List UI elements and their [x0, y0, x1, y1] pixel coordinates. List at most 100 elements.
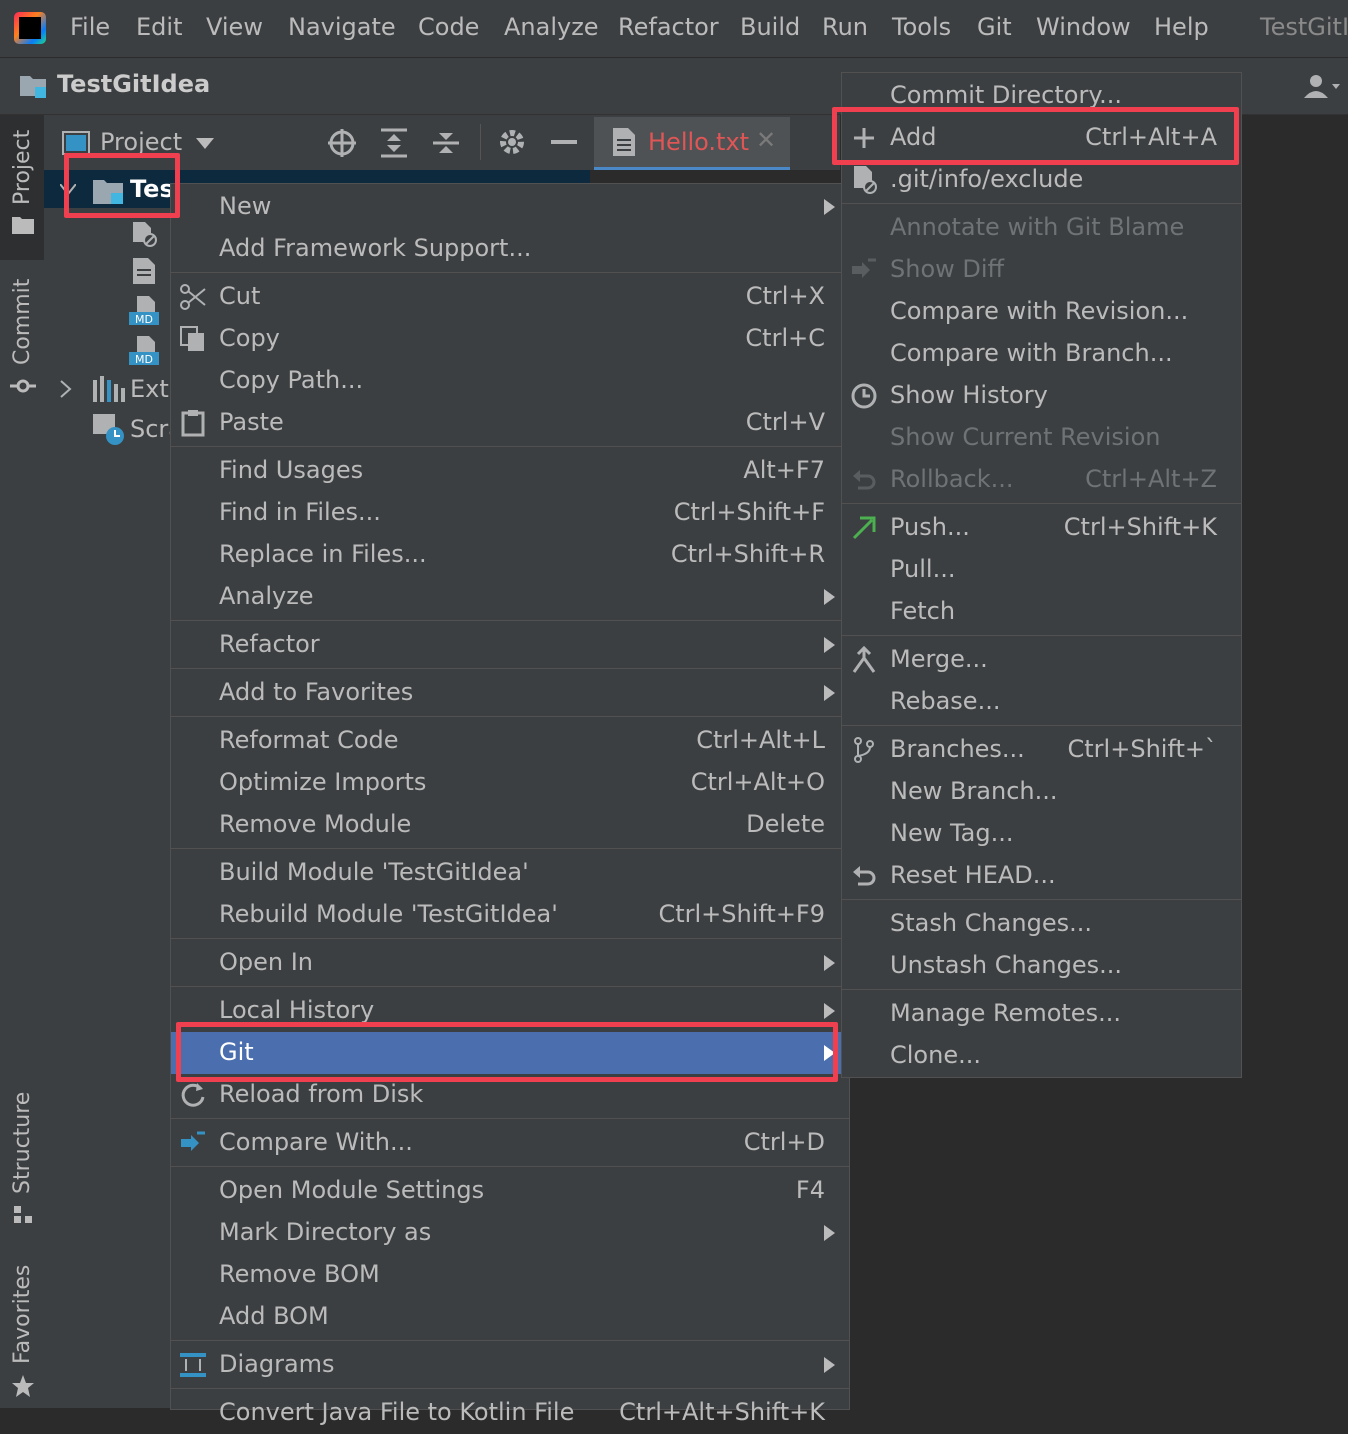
merge-icon [852, 646, 876, 673]
collapse-all-icon[interactable] [433, 128, 459, 158]
menu-help[interactable]: Help [1154, 13, 1209, 41]
menu-refactor[interactable]: Refactor [618, 13, 719, 41]
editor-tab-label[interactable]: Hello.txt [648, 128, 749, 156]
git-item-new-branch[interactable]: New Branch... [842, 771, 1241, 813]
text-file-icon [133, 258, 155, 284]
git-item-branches[interactable]: Branches... Ctrl+Shift+` [842, 729, 1241, 771]
menu-item-add-to-favorites[interactable]: Add to Favorites [171, 672, 849, 714]
menu-item-optimize-imports[interactable]: Optimize Imports Ctrl+Alt+O [171, 762, 849, 804]
menu-code[interactable]: Code [418, 13, 479, 41]
scissors-icon [180, 284, 206, 310]
menu-item-convert-java-to-kotlin[interactable]: Convert Java File to Kotlin File Ctrl+Alt… [171, 1392, 849, 1434]
menu-separator [171, 1388, 849, 1389]
menu-item-add-framework-support[interactable]: Add Framework Support... [171, 228, 849, 270]
markdown-file-icon: MD [129, 296, 159, 326]
menu-separator [171, 272, 849, 273]
ignored-file-icon [133, 222, 157, 247]
markdown-file-icon: MD [129, 336, 159, 366]
git-item-show-current-revision[interactable]: Show Current Revision [842, 417, 1241, 459]
git-item-new-tag[interactable]: New Tag... [842, 813, 1241, 855]
menu-analyze[interactable]: Analyze [504, 13, 599, 41]
menu-separator [171, 938, 849, 939]
expand-all-icon[interactable] [381, 128, 407, 158]
menu-separator [171, 986, 849, 987]
git-item-show-history[interactable]: Show History [842, 375, 1241, 417]
menu-item-copy-path[interactable]: Copy Path... [171, 360, 849, 402]
menu-separator [842, 203, 1241, 204]
git-item-fetch[interactable]: Fetch [842, 591, 1241, 633]
git-item-info-exclude[interactable]: .git/info/exclude [842, 159, 1241, 201]
menu-item-remove-bom[interactable]: Remove BOM [171, 1254, 849, 1296]
git-item-compare-with-revision[interactable]: Compare with Revision... [842, 291, 1241, 333]
menu-run[interactable]: Run [822, 13, 868, 41]
tool-tab-commit-label[interactable]: Commit [10, 279, 35, 365]
menu-item-paste[interactable]: Paste Ctrl+V [171, 402, 849, 444]
menu-item-cut[interactable]: Cut Ctrl+X [171, 276, 849, 318]
menu-view[interactable]: View [206, 13, 263, 41]
menu-item-copy[interactable]: Copy Ctrl+C [171, 318, 849, 360]
context-menu: New Add Framework Support... Cut Ctrl+X C… [170, 183, 850, 1426]
close-tab-icon[interactable]: ✕ [756, 126, 776, 154]
git-item-manage-remotes[interactable]: Manage Remotes... [842, 993, 1241, 1035]
menu-item-analyze[interactable]: Analyze [171, 576, 849, 618]
menu-build[interactable]: Build [740, 13, 800, 41]
breadcrumb-project[interactable]: TestGitIdea [57, 70, 210, 98]
library-icon [93, 376, 125, 402]
project-view-selector[interactable]: Project [100, 128, 182, 156]
menu-separator [842, 635, 1241, 636]
git-item-rebase[interactable]: Rebase... [842, 681, 1241, 723]
menu-git[interactable]: Git [977, 13, 1012, 41]
folder-icon [12, 217, 34, 234]
tool-tab-structure-label[interactable]: Structure [10, 1092, 35, 1194]
menu-item-find-in-files[interactable]: Find in Files... Ctrl+Shift+F [171, 492, 849, 534]
menu-item-find-usages[interactable]: Find Usages Alt+F7 [171, 450, 849, 492]
git-item-merge[interactable]: Merge... [842, 639, 1241, 681]
tool-tab-project-label[interactable]: Project [10, 130, 35, 205]
git-item-rollback[interactable]: Rollback... Ctrl+Alt+Z [842, 459, 1241, 501]
menu-item-remove-module[interactable]: Remove Module Delete [171, 804, 849, 846]
menu-separator [842, 503, 1241, 504]
menu-tools[interactable]: Tools [892, 13, 951, 41]
git-item-clone[interactable]: Clone... [842, 1035, 1241, 1077]
chevron-right-icon[interactable] [60, 380, 72, 398]
text-file-icon [613, 128, 635, 156]
git-item-stash-changes[interactable]: Stash Changes... [842, 903, 1241, 945]
git-item-push[interactable]: Push... Ctrl+Shift+K [842, 507, 1241, 549]
git-item-unstash-changes[interactable]: Unstash Changes... [842, 945, 1241, 987]
menu-file[interactable]: File [70, 13, 110, 41]
git-item-reset-head[interactable]: Reset HEAD... [842, 855, 1241, 897]
star-icon [12, 1375, 34, 1397]
menu-item-open-module-settings[interactable]: Open Module Settings F4 [171, 1170, 849, 1212]
commit-icon [10, 379, 36, 393]
gear-icon[interactable] [498, 128, 526, 156]
menu-separator [842, 899, 1241, 900]
menu-item-open-in[interactable]: Open In [171, 942, 849, 984]
menu-item-reformat-code[interactable]: Reformat Code Ctrl+Alt+L [171, 720, 849, 762]
git-item-annotate-blame[interactable]: Annotate with Git Blame [842, 207, 1241, 249]
menu-item-add-bom[interactable]: Add BOM [171, 1296, 849, 1338]
locate-target-icon[interactable] [327, 128, 357, 158]
git-item-pull[interactable]: Pull... [842, 549, 1241, 591]
menu-item-mark-directory-as[interactable]: Mark Directory as [171, 1212, 849, 1254]
menu-item-replace-in-files[interactable]: Replace in Files... Ctrl+Shift+R [171, 534, 849, 576]
menu-item-new[interactable]: New [171, 186, 849, 228]
menu-item-diagrams[interactable]: Diagrams [171, 1344, 849, 1386]
compare-icon [181, 1131, 205, 1151]
menu-edit[interactable]: Edit [136, 13, 182, 41]
user-account-icon[interactable] [1302, 72, 1342, 100]
reload-icon [181, 1083, 205, 1107]
menu-navigate[interactable]: Navigate [288, 13, 396, 41]
menu-window[interactable]: Window [1036, 13, 1131, 41]
git-item-show-diff[interactable]: Show Diff [842, 249, 1241, 291]
window-title: TestGitI [1260, 13, 1348, 41]
menu-item-refactor[interactable]: Refactor [171, 624, 849, 666]
git-item-compare-with-branch[interactable]: Compare with Branch... [842, 333, 1241, 375]
chevron-down-icon[interactable] [196, 138, 214, 150]
menu-item-compare-with[interactable]: Compare With... Ctrl+D [171, 1122, 849, 1164]
tool-tab-favorites-label[interactable]: Favorites [10, 1265, 35, 1364]
menu-item-rebuild-module[interactable]: Rebuild Module 'TestGitIdea' Ctrl+Shift+F… [171, 894, 849, 936]
menu-separator [842, 989, 1241, 990]
intellij-logo-icon [14, 12, 46, 44]
minimize-icon[interactable] [551, 140, 577, 146]
menu-item-build-module[interactable]: Build Module 'TestGitIdea' [171, 852, 849, 894]
